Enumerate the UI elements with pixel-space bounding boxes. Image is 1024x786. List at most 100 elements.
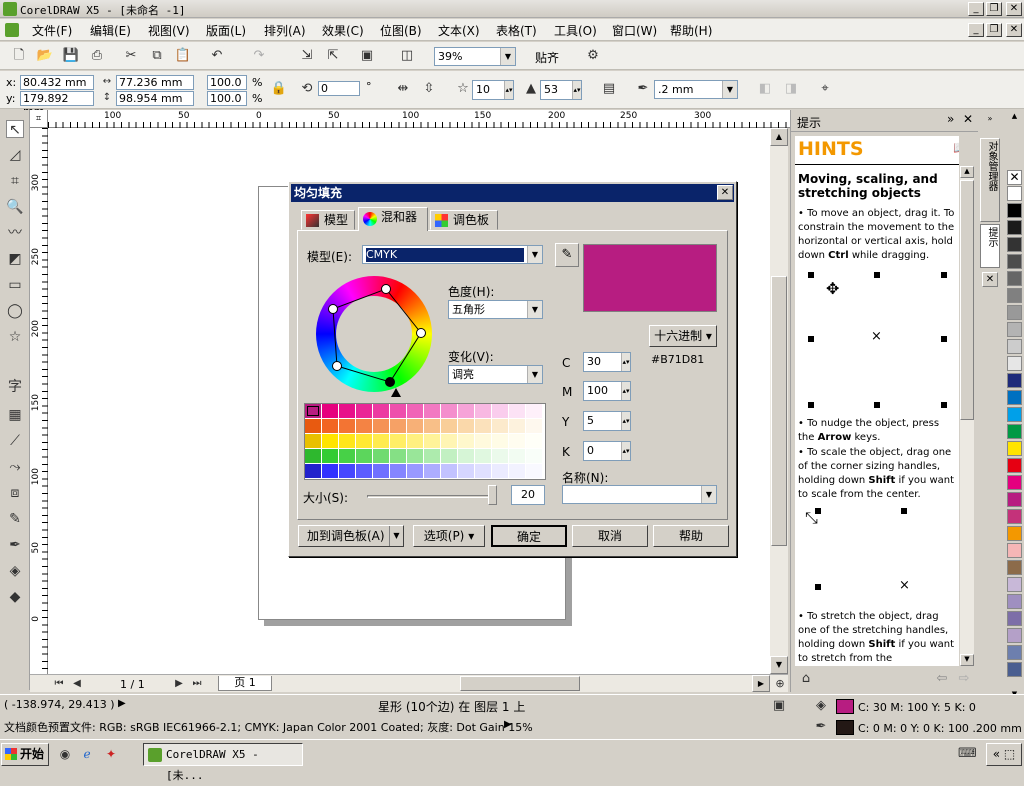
menu-table[interactable]: 表格(T) bbox=[496, 22, 537, 39]
chrome-icon[interactable]: ◉ bbox=[56, 745, 74, 763]
color-grid-cell[interactable] bbox=[339, 404, 355, 418]
color-harmony-wheel[interactable] bbox=[316, 276, 432, 392]
paste-icon[interactable]: 📋 bbox=[174, 47, 192, 65]
color-grid-cell[interactable] bbox=[441, 419, 457, 433]
palette-swatch[interactable] bbox=[1007, 322, 1022, 337]
palette-swatch[interactable] bbox=[1007, 611, 1022, 626]
eyedropper-icon[interactable]: ✎ bbox=[555, 243, 579, 267]
export-icon[interactable]: ⇱ bbox=[324, 47, 342, 65]
dialog-close-button[interactable]: ✕ bbox=[717, 185, 733, 200]
palette-swatch[interactable] bbox=[1007, 560, 1022, 575]
color-grid-cell[interactable] bbox=[322, 464, 338, 478]
color-grid-cell[interactable] bbox=[424, 419, 440, 433]
palette-swatch[interactable] bbox=[1007, 662, 1022, 677]
palette-swatch[interactable] bbox=[1007, 543, 1022, 558]
color-grid-cell[interactable] bbox=[390, 464, 406, 478]
redo-icon[interactable]: ↷ bbox=[250, 47, 268, 65]
palette-swatch[interactable] bbox=[1007, 339, 1022, 354]
mirror-vertical-icon[interactable]: ⇳ bbox=[420, 80, 438, 98]
scale-x-field[interactable]: 100.0 bbox=[207, 75, 247, 90]
color-grid-cell[interactable] bbox=[305, 404, 321, 418]
color-grid-cell[interactable] bbox=[390, 449, 406, 463]
scroll-up-button[interactable]: ▲ bbox=[770, 128, 788, 146]
palette-swatch[interactable] bbox=[1007, 288, 1022, 303]
menu-tools[interactable]: 工具(O) bbox=[554, 22, 597, 39]
ie-icon[interactable]: ℯ bbox=[78, 745, 96, 763]
color-grid-cell[interactable] bbox=[390, 434, 406, 448]
maximize-button[interactable]: ❐ bbox=[986, 2, 1002, 16]
color-grid-cell[interactable] bbox=[458, 464, 474, 478]
expand-tabs-icon[interactable]: » bbox=[981, 114, 999, 123]
menu-arrange[interactable]: 排列(A) bbox=[264, 22, 306, 39]
color-grid-cell[interactable] bbox=[526, 404, 542, 418]
height-field[interactable]: 98.954 mm bbox=[116, 91, 194, 106]
snap-to-dropdown[interactable]: 贴齐 bbox=[535, 49, 559, 66]
color-grid-cell[interactable] bbox=[475, 404, 491, 418]
color-grid-cell[interactable] bbox=[424, 434, 440, 448]
tab-hints[interactable]: 提示 bbox=[980, 224, 1000, 268]
color-grid-cell[interactable] bbox=[322, 404, 338, 418]
color-profile-info[interactable]: 文档颜色预置文件: RGB: sRGB IEC61966-2.1; CMYK: … bbox=[4, 719, 533, 735]
text-tool-icon[interactable]: 字 bbox=[6, 378, 24, 396]
first-page-icon[interactable]: ⏮ bbox=[50, 675, 68, 693]
color-grid-cell[interactable] bbox=[356, 419, 372, 433]
collapse-docker-icon[interactable]: » bbox=[947, 112, 954, 126]
menu-help[interactable]: 帮助(H) bbox=[670, 22, 712, 39]
color-grid-cell[interactable] bbox=[356, 464, 372, 478]
outline-width-dropdown[interactable]: .2 mm ▼ bbox=[654, 80, 738, 99]
horizontal-ruler[interactable]: 100 50 0 50 100 150 200 250 300 bbox=[48, 110, 790, 128]
color-grid-cell[interactable] bbox=[305, 449, 321, 463]
color-grid-cell[interactable] bbox=[407, 404, 423, 418]
palette-swatch[interactable] bbox=[1007, 237, 1022, 252]
vertical-scrollbar[interactable]: ▲ ▼ bbox=[770, 128, 788, 674]
new-document-icon[interactable]: 🗋 bbox=[10, 47, 28, 65]
menu-layout[interactable]: 版面(L) bbox=[206, 22, 246, 39]
sharpness-field[interactable]: 53 ▴▾ bbox=[540, 80, 582, 100]
palette-swatch[interactable] bbox=[1007, 373, 1022, 388]
tab-object-manager[interactable]: 对象管理器 bbox=[980, 138, 1000, 222]
vertical-scroll-thumb[interactable] bbox=[771, 276, 787, 546]
ruler-corner[interactable]: ⌗ bbox=[30, 110, 48, 128]
palette-swatch[interactable] bbox=[1007, 203, 1022, 218]
doc-restore-button[interactable]: ❐ bbox=[986, 23, 1002, 37]
close-docker-icon[interactable]: ✕ bbox=[963, 112, 973, 126]
color-grid-cell[interactable] bbox=[509, 449, 525, 463]
convert-to-curves-icon[interactable]: ⌖ bbox=[816, 80, 834, 98]
close-button[interactable]: ✕ bbox=[1006, 2, 1022, 16]
color-grid-cell[interactable] bbox=[305, 464, 321, 478]
hints-scroll-up[interactable]: ▲ bbox=[960, 166, 974, 178]
color-grid-cell[interactable] bbox=[458, 404, 474, 418]
no-color-swatch[interactable]: ✕ bbox=[1007, 170, 1022, 185]
add-to-palette-button[interactable]: 加到调色板(A) ▼ bbox=[298, 525, 404, 547]
size-slider-track[interactable] bbox=[367, 495, 495, 498]
minimize-button[interactable]: _ bbox=[968, 2, 984, 16]
cyan-field[interactable]: 30 ▴▾ bbox=[583, 352, 631, 372]
color-grid-cell[interactable] bbox=[407, 464, 423, 478]
scroll-down-button[interactable]: ▼ bbox=[770, 656, 788, 674]
options-icon[interactable]: ⚙ bbox=[584, 47, 602, 65]
color-grid-cell[interactable] bbox=[356, 404, 372, 418]
ok-button[interactable]: 确定 bbox=[491, 525, 567, 547]
palette-swatch[interactable] bbox=[1007, 220, 1022, 235]
color-grid-cell[interactable] bbox=[390, 404, 406, 418]
color-swatch-grid[interactable] bbox=[304, 403, 546, 480]
menu-text[interactable]: 文本(X) bbox=[438, 22, 480, 39]
next-page-icon[interactable]: ▶ bbox=[170, 675, 188, 693]
application-launcher-icon[interactable]: ▣ bbox=[358, 47, 376, 65]
to-back-icon[interactable]: ◨ bbox=[782, 80, 800, 98]
palette-swatch[interactable] bbox=[1007, 186, 1022, 201]
size-slider-thumb[interactable] bbox=[488, 485, 497, 505]
color-grid-cell[interactable] bbox=[407, 449, 423, 463]
freehand-tool-icon[interactable]: 〰 bbox=[6, 224, 24, 242]
color-grid-cell[interactable] bbox=[356, 449, 372, 463]
palette-swatch[interactable] bbox=[1007, 356, 1022, 371]
color-grid-cell[interactable] bbox=[492, 464, 508, 478]
hints-scroll-thumb[interactable] bbox=[960, 180, 974, 420]
scroll-right-button[interactable]: ▶ bbox=[752, 675, 770, 692]
doc-minimize-button[interactable]: _ bbox=[968, 23, 984, 37]
vertical-ruler[interactable]: 300 250 200 150 100 50 0 bbox=[30, 128, 48, 674]
keyboard-icon[interactable]: ⌨ bbox=[958, 745, 977, 763]
options-button[interactable]: 选项(P) ▾ bbox=[413, 525, 485, 547]
profile-arrow-icon[interactable]: ▶ bbox=[504, 719, 512, 730]
mirror-horizontal-icon[interactable]: ⇹ bbox=[394, 80, 412, 98]
